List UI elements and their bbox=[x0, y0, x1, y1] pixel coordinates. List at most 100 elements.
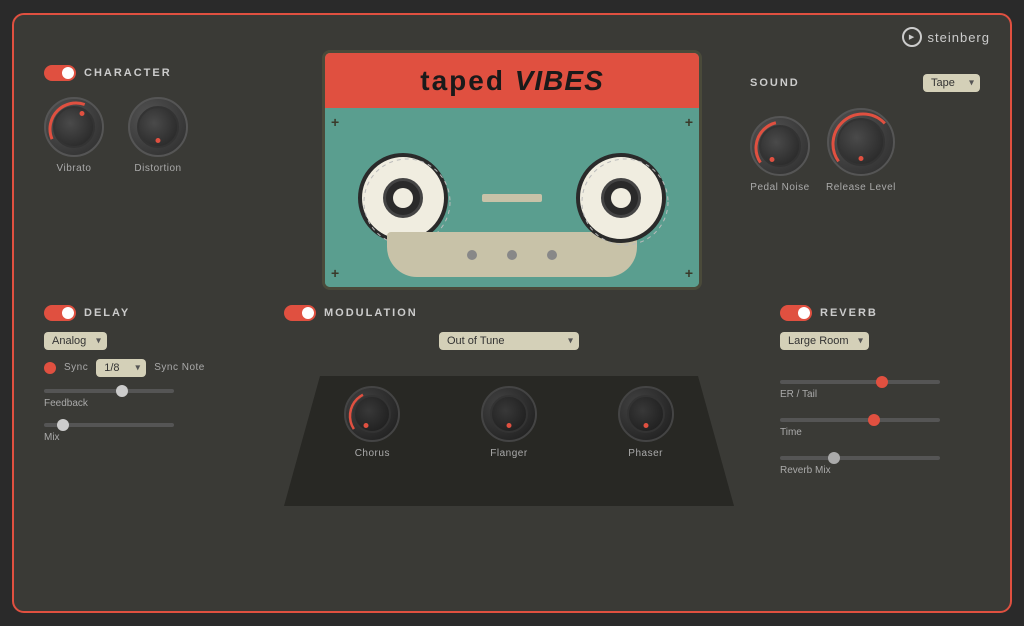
phaser-knob[interactable] bbox=[618, 386, 674, 442]
chorus-knob[interactable] bbox=[344, 386, 400, 442]
delay-type-dropdown[interactable]: Analog Digital Tape bbox=[44, 332, 107, 350]
corner-cross-tl: + bbox=[331, 114, 339, 130]
reverb-label: REVERB bbox=[820, 307, 878, 319]
flanger-label: Flanger bbox=[490, 448, 527, 459]
delay-toggle[interactable] bbox=[44, 305, 76, 321]
feedback-thumb[interactable] bbox=[116, 385, 128, 397]
release-level-knob[interactable] bbox=[827, 108, 895, 176]
pedal-noise-dot bbox=[770, 157, 775, 162]
feedback-track[interactable] bbox=[44, 389, 174, 393]
delay-mix-container: Mix bbox=[44, 423, 244, 445]
feedback-container: Feedback bbox=[44, 389, 244, 411]
modulation-knobs-area: Chorus Flanger bbox=[284, 366, 734, 506]
tape-dot-2 bbox=[507, 250, 517, 260]
release-level-inner bbox=[837, 118, 885, 166]
reverb-room-wrapper: Large Room Small Room Hall Plate bbox=[780, 331, 869, 350]
sync-note-dropdown[interactable]: 1/8 1/4 1/16 bbox=[96, 359, 146, 377]
tape-reel-right bbox=[576, 153, 666, 243]
reverb-mix-label: Reverb Mix bbox=[780, 465, 831, 476]
chorus-knob-container: Chorus bbox=[344, 386, 400, 459]
tape-bar bbox=[482, 194, 542, 202]
reverb-time-track[interactable] bbox=[780, 418, 940, 422]
reverb-room-dropdown[interactable]: Large Room Small Room Hall Plate bbox=[780, 332, 869, 350]
modulation-knobs-row: Chorus Flanger bbox=[284, 366, 734, 469]
plugin-container: steinberg taped VIBES + + + + bbox=[12, 13, 1012, 613]
sync-dot[interactable] bbox=[44, 362, 56, 374]
corner-cross-br: + bbox=[685, 265, 693, 281]
vibrato-knob-dot bbox=[79, 111, 84, 116]
sound-section: SOUND Tape Clean Warm bbox=[750, 65, 980, 193]
flanger-dot bbox=[506, 423, 511, 428]
phaser-dot bbox=[643, 423, 648, 428]
reverb-time-container: Time bbox=[780, 418, 980, 440]
flanger-knob[interactable] bbox=[481, 386, 537, 442]
sync-note-label: Sync Note bbox=[154, 362, 205, 373]
delay-type-wrapper: Analog Digital Tape bbox=[44, 331, 107, 350]
sound-label: SOUND bbox=[750, 77, 800, 89]
character-toggle[interactable] bbox=[44, 65, 76, 81]
distortion-knob-container: Distortion bbox=[128, 97, 188, 174]
cassette-frame: taped VIBES + + + + bbox=[322, 50, 702, 290]
character-knobs: Vibrato Distortion bbox=[44, 97, 224, 174]
delay-header: DELAY bbox=[44, 305, 244, 321]
modulation-header: MODULATION bbox=[284, 305, 734, 321]
sound-type-dropdown[interactable]: Tape Clean Warm bbox=[923, 74, 980, 92]
er-tail-container: ER / Tail bbox=[780, 380, 980, 402]
chorus-label: Chorus bbox=[355, 448, 390, 459]
character-section: CHARACTER Vibrato bbox=[44, 65, 224, 174]
pedal-noise-inner bbox=[759, 125, 801, 167]
tape-dot-1 bbox=[467, 250, 477, 260]
steinberg-logo: steinberg bbox=[902, 27, 990, 47]
er-tail-label: ER / Tail bbox=[780, 389, 817, 400]
delay-label: DELAY bbox=[84, 307, 130, 319]
chorus-dot bbox=[363, 423, 368, 428]
sound-dropdown-wrapper: Tape Clean Warm bbox=[923, 73, 980, 92]
modulation-label: MODULATION bbox=[324, 307, 418, 319]
release-level-label: Release Level bbox=[826, 182, 896, 193]
modulation-section: MODULATION Out of Tune Chorus Flanger Ph… bbox=[284, 305, 734, 506]
delay-mix-track[interactable] bbox=[44, 423, 174, 427]
reverb-toggle[interactable] bbox=[780, 305, 812, 321]
vibrato-knob[interactable] bbox=[44, 97, 104, 157]
feedback-label: Feedback bbox=[44, 398, 88, 409]
steinberg-label: steinberg bbox=[928, 30, 990, 45]
reverb-mix-thumb[interactable] bbox=[828, 452, 840, 464]
vibrato-knob-container: Vibrato bbox=[44, 97, 104, 174]
modulation-mode-dropdown[interactable]: Out of Tune Chorus Flanger Phaser bbox=[439, 332, 579, 350]
corner-cross-tr: + bbox=[685, 114, 693, 130]
distortion-label: Distortion bbox=[134, 163, 181, 174]
delay-mix-thumb[interactable] bbox=[57, 419, 69, 431]
phaser-label: Phaser bbox=[628, 448, 663, 459]
character-header: CHARACTER bbox=[44, 65, 224, 81]
corner-cross-bl: + bbox=[331, 265, 339, 281]
character-label: CHARACTER bbox=[84, 67, 172, 79]
modulation-mode-wrapper: Out of Tune Chorus Flanger Phaser bbox=[439, 331, 579, 350]
modulation-toggle[interactable] bbox=[284, 305, 316, 321]
er-tail-track[interactable] bbox=[780, 380, 940, 384]
flanger-knob-inner bbox=[490, 395, 528, 433]
tape-dot-3 bbox=[547, 250, 557, 260]
pedal-noise-knob[interactable] bbox=[750, 116, 810, 176]
reverb-room-row: Large Room Small Room Hall Plate bbox=[780, 331, 980, 350]
delay-section: DELAY Analog Digital Tape Sync 1/8 1/4 1… bbox=[44, 305, 244, 445]
sound-knobs: Pedal Noise Release Level bbox=[750, 108, 980, 193]
cassette-body: + + + + bbox=[325, 108, 699, 287]
cassette-center bbox=[482, 194, 542, 202]
flanger-knob-container: Flanger bbox=[481, 386, 537, 459]
reverb-mix-track[interactable] bbox=[780, 456, 940, 460]
cassette-area: taped VIBES + + + + bbox=[322, 50, 702, 290]
delay-analog-row: Analog Digital Tape bbox=[44, 331, 244, 350]
reverb-time-thumb[interactable] bbox=[868, 414, 880, 426]
distortion-knob-inner bbox=[137, 106, 179, 148]
distortion-knob[interactable] bbox=[128, 97, 188, 157]
modulation-mode-row: Out of Tune Chorus Flanger Phaser bbox=[284, 331, 734, 350]
sync-row: Sync 1/8 1/4 1/16 Sync Note bbox=[44, 358, 244, 377]
reverb-header: REVERB bbox=[780, 305, 980, 321]
tape-reel-left bbox=[358, 153, 448, 243]
release-level-knob-container: Release Level bbox=[826, 108, 896, 193]
pedal-noise-label: Pedal Noise bbox=[750, 182, 809, 193]
reverb-mix-container: Reverb Mix bbox=[780, 456, 980, 478]
er-tail-thumb[interactable] bbox=[876, 376, 888, 388]
sync-note-wrapper: 1/8 1/4 1/16 bbox=[96, 358, 146, 377]
reverb-section: REVERB Large Room Small Room Hall Plate … bbox=[780, 305, 980, 478]
